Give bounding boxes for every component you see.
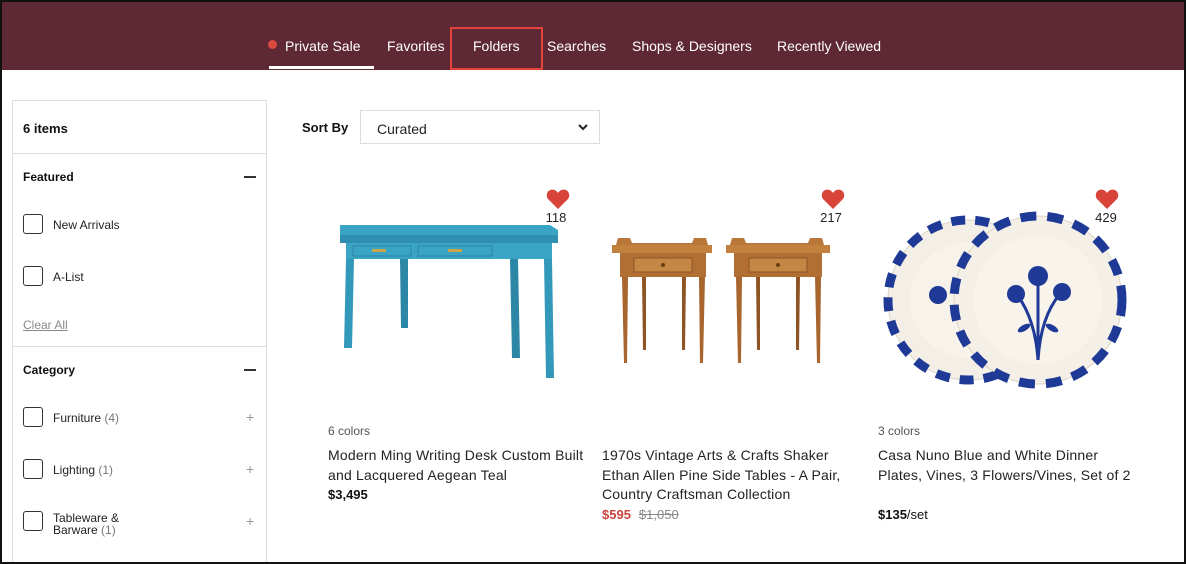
product-card[interactable]: 118 6 colors Modern Ming Writing Desk Cu… [328,180,598,520]
left-table [612,238,712,363]
nav-shops-designers-label: Shops & Designers [632,38,752,54]
product-image-side-tables[interactable] [602,210,862,400]
items-count: 6 items [23,121,68,136]
divider [13,153,266,154]
product-price: $595 $1,050 [602,507,679,522]
new-arrivals-label: New Arrivals [53,218,120,232]
color-count: 3 colors [878,424,921,438]
heart-icon[interactable] [821,188,845,210]
product-image-desk[interactable] [328,210,588,400]
heart-icon[interactable] [546,188,570,210]
top-nav: Private Sale Favorites Folders Searches … [2,2,1184,70]
sort-dropdown[interactable]: Curated [360,110,600,144]
checkbox-new-arrivals[interactable] [23,214,43,234]
furniture-count: (4) [104,411,120,425]
product-title[interactable]: 1970s Vintage Arts & Crafts Shaker Ethan… [602,446,864,505]
heart-icon[interactable] [1095,188,1119,210]
divider [13,346,266,347]
product-title[interactable]: Casa Nuno Blue and White Dinner Plates, … [878,446,1140,485]
a-list-label: A-List [53,270,84,284]
expand-lighting-icon[interactable]: + [246,462,254,476]
checkbox-tableware-barware[interactable] [23,511,43,531]
price-value: $135 [878,507,907,522]
featured-title: Featured [23,170,74,184]
checkbox-lighting[interactable] [23,459,43,479]
collapse-category-icon[interactable] [244,369,256,371]
collapse-featured-icon[interactable] [244,176,256,178]
category-title: Category [23,363,76,377]
nav-favorites-label: Favorites [387,38,445,54]
nav-folders[interactable]: Folders [473,38,520,54]
clear-all-link[interactable]: Clear All [23,318,68,332]
price-unit: /set [906,507,928,522]
furniture-text: Furniture [53,411,102,425]
checkbox-furniture[interactable] [23,407,43,427]
nav-recently-viewed[interactable]: Recently Viewed [777,38,881,54]
right-table [726,238,830,363]
nav-shops-designers[interactable]: Shops & Designers [632,38,752,54]
front-plate [949,211,1127,389]
sort-value: Curated [377,121,427,137]
nav-folders-label: Folders [473,38,520,54]
tableware-barware-label: Tableware & Barware (1) [53,512,119,536]
nav-searches-label: Searches [547,38,607,54]
filter-sidebar: 6 items Featured New Arrivals A-List Cle… [12,100,267,564]
nav-searches[interactable]: Searches [547,38,606,54]
product-card[interactable]: 429 3 colors Casa Nuno Blue and White Di… [878,180,1148,522]
expand-tableware-icon[interactable]: + [246,514,254,528]
tableware-count: (1) [101,523,116,537]
new-dot-icon [268,40,277,49]
nav-private-sale[interactable]: Private Sale [268,38,376,69]
chevron-down-icon [578,124,588,131]
nav-favorites[interactable]: Favorites [387,38,445,54]
product-price: $135/set [878,507,928,522]
lighting-text: Lighting [53,463,96,477]
nav-recently-viewed-label: Recently Viewed [777,38,882,54]
color-count: 6 colors [328,424,371,438]
lighting-label: Lighting (1) [53,464,113,476]
checkbox-a-list[interactable] [23,266,43,286]
sale-price: $595 [602,507,631,522]
product-price: $3,495 [328,487,368,502]
nav-private-sale-label: Private Sale [285,38,361,54]
lighting-count: (1) [98,463,114,477]
expand-furniture-icon[interactable]: + [246,410,254,424]
sort-by-label: Sort By [302,120,349,135]
barware-text: Barware [53,523,98,537]
product-title[interactable]: Modern Ming Writing Desk Custom Built an… [328,446,590,485]
furniture-label: Furniture (4) [53,412,119,424]
original-price: $1,050 [638,507,679,522]
product-image-plates[interactable] [878,210,1138,400]
product-card[interactable]: 217 1970s Vintage Arts & Crafts Shaker E… [602,180,872,522]
